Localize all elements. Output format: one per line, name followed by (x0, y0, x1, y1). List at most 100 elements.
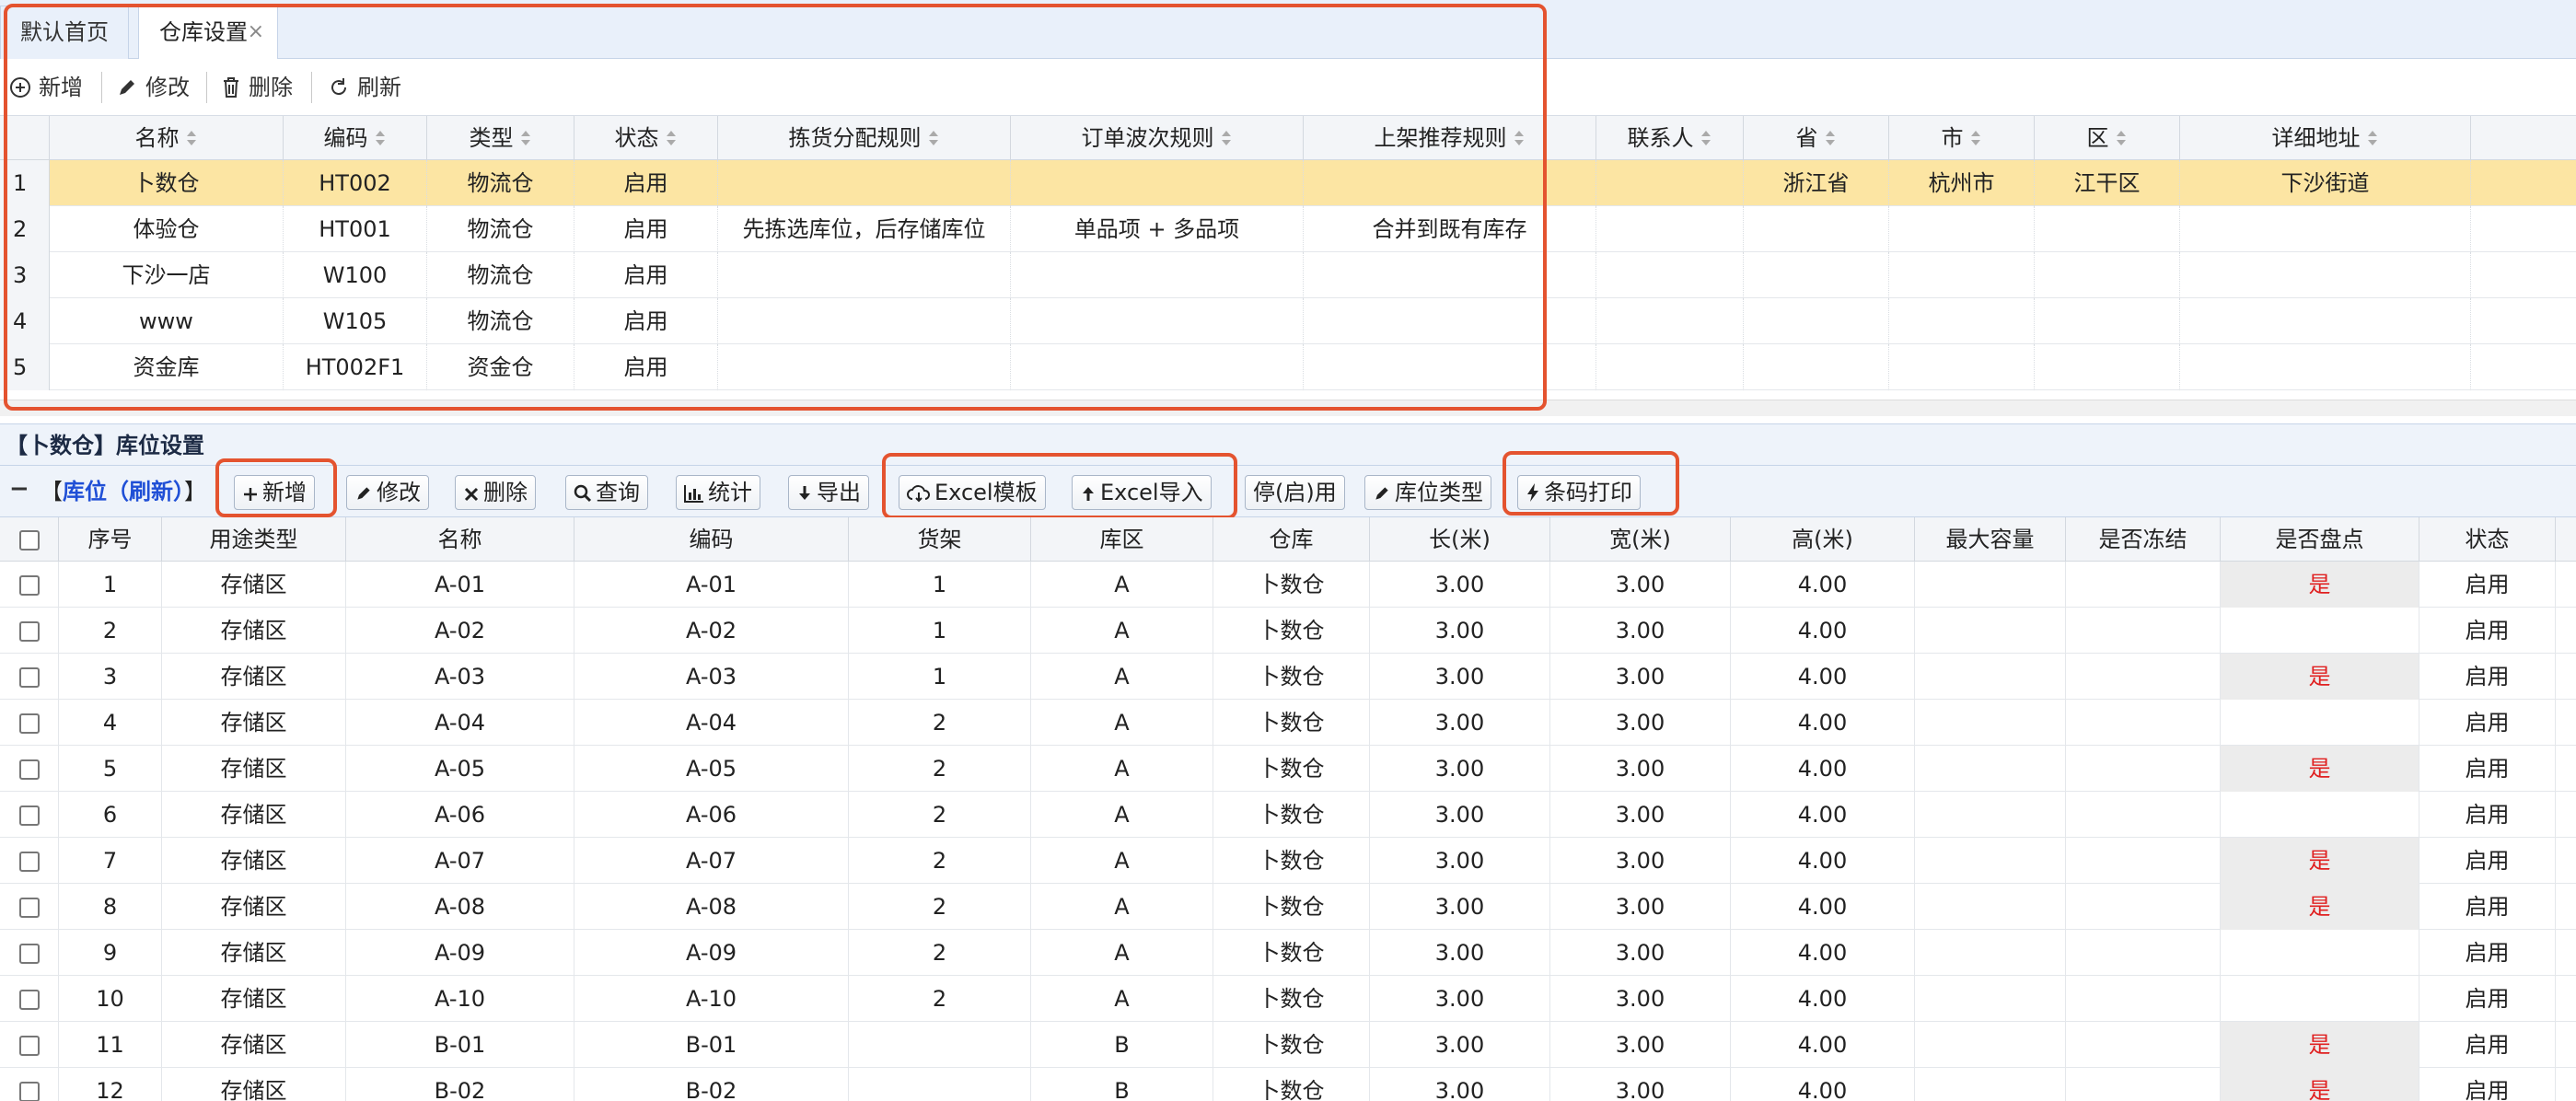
select-all-checkbox[interactable] (18, 530, 40, 550)
column-header-counted[interactable]: 是否盘点 (2221, 517, 2419, 562)
cell-wave-rule (1011, 160, 1304, 206)
row-select-checkbox[interactable] (18, 759, 40, 780)
column-header-type[interactable]: 类型 (427, 116, 574, 160)
location-grid-header: 序号 用途类型 名称 编码 货架 库区 仓库 长(米) 宽(米) 高(米) 最大… (0, 517, 2576, 562)
refresh-warehouse-button[interactable]: 刷新 (328, 68, 401, 107)
row-select-checkbox[interactable] (18, 805, 40, 826)
warehouse-row[interactable]: 3 下沙一店 W100 物流仓 启用 (0, 252, 2576, 298)
tab-home[interactable]: 默认首页 (0, 6, 129, 59)
row-select-checkbox[interactable] (18, 898, 40, 918)
column-header-wave-rule[interactable]: 订单波次规则 (1011, 116, 1304, 160)
table-row[interactable]: 9 存储区 A-09 A-09 2 A 卜数仓 3.00 3.00 4.00 启用 (0, 930, 2576, 976)
cell-zone: A (1031, 884, 1213, 930)
table-row[interactable]: 11 存储区 B-01 B-01 B 卜数仓 3.00 3.00 4.00 是启用 (0, 1022, 2576, 1068)
add-warehouse-button[interactable]: 新增 (9, 68, 83, 107)
column-header-shelf[interactable]: 货架 (849, 517, 1031, 562)
column-header-code[interactable]: 编码 (284, 116, 427, 160)
column-header-length[interactable]: 长(米) (1370, 517, 1550, 562)
cell-warehouse: 卜数仓 (1213, 746, 1370, 792)
column-header-label: 详细地址 (2271, 125, 2361, 151)
table-row[interactable]: 12 存储区 B-02 B-02 B 卜数仓 3.00 3.00 4.00 是启用 (0, 1068, 2576, 1101)
cell-wave-rule (1011, 298, 1304, 344)
row-select-checkbox[interactable] (18, 575, 40, 596)
column-header-width[interactable]: 宽(米) (1550, 517, 1731, 562)
column-header-label: 编码 (323, 125, 368, 151)
column-header-name[interactable]: 名称 (50, 116, 284, 160)
row-select-checkbox[interactable] (18, 1082, 40, 1101)
column-header-height[interactable]: 高(米) (1731, 517, 1915, 562)
delete-warehouse-button[interactable]: 删除 (221, 68, 293, 107)
excel-import-button[interactable]: Excel导入 (1072, 475, 1212, 510)
cell-counted (2221, 608, 2419, 654)
column-header-usage[interactable]: 用途类型 (162, 517, 346, 562)
cell-usage: 存储区 (162, 1068, 346, 1101)
column-header-zone[interactable]: 库区 (1031, 517, 1213, 562)
column-header-status[interactable]: 状态 (574, 116, 718, 160)
warehouse-grid-scrollbar[interactable] (0, 400, 2576, 416)
column-header-putaway-rule[interactable]: 上架推荐规则 (1304, 116, 1596, 160)
cell-status: 启用 (574, 298, 718, 344)
row-select-checkbox[interactable] (18, 713, 40, 734)
column-header-seq[interactable]: 序号 (59, 517, 162, 562)
table-row[interactable]: 8 存储区 A-08 A-08 2 A 卜数仓 3.00 3.00 4.00 是启用 (0, 884, 2576, 930)
edit-location-button[interactable]: 修改 (346, 475, 429, 510)
row-select-checkbox[interactable] (18, 667, 40, 688)
delete-location-button[interactable]: 删除 (455, 475, 536, 510)
row-select-checkbox[interactable] (18, 621, 40, 642)
close-icon[interactable]: × (248, 6, 264, 58)
table-row[interactable]: 3 存储区 A-03 A-03 1 A 卜数仓 3.00 3.00 4.00 是启用 (0, 654, 2576, 700)
column-header-province[interactable]: 省 (1744, 116, 1889, 160)
warehouse-row[interactable]: 2 体验仓 HT001 物流仓 启用 先拣选库位，后存储库位 单品项 + 多品项… (0, 206, 2576, 252)
table-row[interactable]: 7 存储区 A-07 A-07 2 A 卜数仓 3.00 3.00 4.00 是启用 (0, 838, 2576, 884)
table-row[interactable]: 1 存储区 A-01 A-01 1 A 卜数仓 3.00 3.00 4.00 是启用 (0, 562, 2576, 608)
table-row[interactable]: 5 存储区 A-05 A-05 2 A 卜数仓 3.00 3.00 4.00 是启用 (0, 746, 2576, 792)
edit-warehouse-button[interactable]: 修改 (116, 68, 190, 107)
cell-status: 启用 (574, 206, 718, 252)
column-header-capacity[interactable]: 最大容量 (1915, 517, 2066, 562)
cell-width: 3.00 (1550, 654, 1731, 700)
column-header-name[interactable]: 名称 (346, 517, 574, 562)
cell-zone: B (1031, 1068, 1213, 1101)
cell-capacity (1915, 746, 2066, 792)
cell-code: B-01 (574, 1022, 849, 1068)
column-header-city[interactable]: 市 (1889, 116, 2035, 160)
warehouse-row-selected[interactable]: 1 卜数仓 HT002 物流仓 启用 浙江省 杭州市 江干区 下沙街道 (0, 160, 2576, 206)
cell-seq: 12 (59, 1068, 162, 1101)
location-type-button[interactable]: 库位类型 (1364, 475, 1491, 510)
stats-location-button[interactable]: 统计 (676, 475, 760, 510)
table-row[interactable]: 2 存储区 A-02 A-02 1 A 卜数仓 3.00 3.00 4.00 启用 (0, 608, 2576, 654)
row-select-checkbox[interactable] (18, 944, 40, 964)
row-select-checkbox[interactable] (18, 852, 40, 872)
tab-warehouse-settings[interactable]: 仓库设置 × (138, 6, 278, 60)
cell-capacity (1915, 562, 2066, 608)
add-location-button[interactable]: 新增 (234, 475, 315, 510)
toggle-location-button[interactable]: 停(启)用 (1245, 475, 1345, 510)
cell-length: 3.00 (1370, 700, 1550, 746)
column-header-frozen[interactable]: 是否冻结 (2066, 517, 2221, 562)
column-header-code[interactable]: 编码 (574, 517, 849, 562)
column-header-pick-rule[interactable]: 拣货分配规则 (718, 116, 1011, 160)
location-refresh-link[interactable]: 库位（刷新） (63, 479, 184, 504)
row-select-checkbox[interactable] (18, 1036, 40, 1056)
column-header-contact[interactable]: 联系人 (1596, 116, 1744, 160)
row-select-checkbox[interactable] (18, 990, 40, 1010)
excel-template-button[interactable]: Excel模板 (899, 475, 1046, 510)
row-number: 2 (0, 206, 50, 252)
column-header-warehouse[interactable]: 仓库 (1213, 517, 1370, 562)
barcode-print-button[interactable]: 条码打印 (1517, 475, 1641, 510)
warehouse-row[interactable]: 4 www W105 物流仓 启用 (0, 298, 2576, 344)
warehouse-row[interactable]: 5 资金库 HT002F1 资金仓 启用 (0, 344, 2576, 390)
collapse-icon[interactable]: − (9, 475, 29, 503)
query-location-button[interactable]: 查询 (565, 475, 648, 510)
row-checkbox (0, 792, 59, 838)
cell-frozen (2066, 746, 2221, 792)
export-location-button[interactable]: 导出 (788, 475, 869, 510)
column-header-address[interactable]: 详细地址 (2180, 116, 2471, 160)
table-row[interactable]: 6 存储区 A-06 A-06 2 A 卜数仓 3.00 3.00 4.00 启用 (0, 792, 2576, 838)
table-row[interactable]: 4 存储区 A-04 A-04 2 A 卜数仓 3.00 3.00 4.00 启用 (0, 700, 2576, 746)
table-row[interactable]: 10 存储区 A-10 A-10 2 A 卜数仓 3.00 3.00 4.00 启用 (0, 976, 2576, 1022)
toolbar-divider (101, 72, 102, 103)
cell-district (2035, 252, 2180, 298)
column-header-district[interactable]: 区 (2035, 116, 2180, 160)
column-header-status[interactable]: 状态 (2419, 517, 2556, 562)
